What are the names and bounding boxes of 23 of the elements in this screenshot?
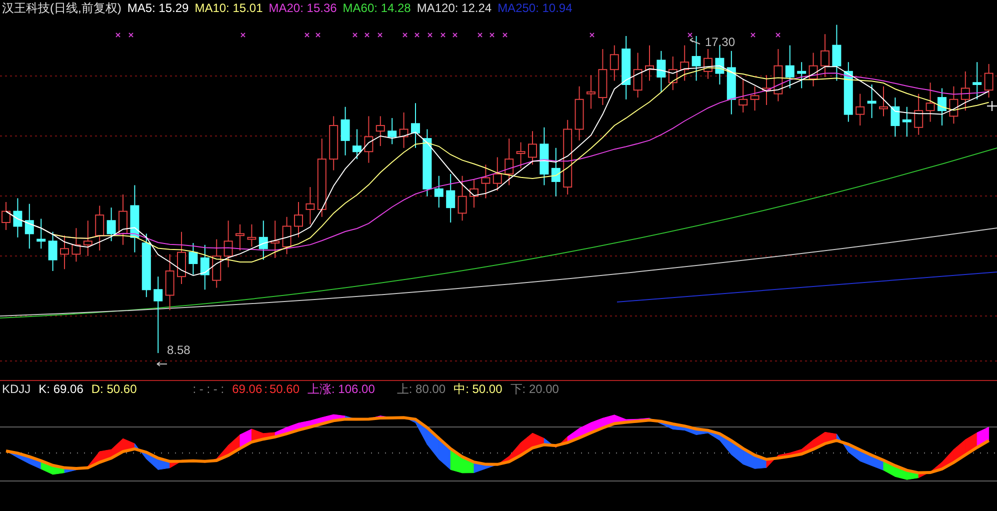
- indicator-value: K: 69.06: [38, 382, 84, 396]
- price-label: 8.58: [167, 343, 190, 357]
- indicator-reading: 69.06: [232, 382, 262, 396]
- moving-average-value: MA20: 15.36: [268, 1, 337, 15]
- moving-average-value: MA250: 10.94: [498, 1, 572, 15]
- leader-line: [690, 38, 700, 44]
- level-value: 下: 20.00: [510, 380, 559, 398]
- moving-average-value: MA60: 14.28: [342, 1, 411, 15]
- indicator-separator: : - : - :: [192, 382, 224, 396]
- price-label: 17.30: [705, 35, 736, 49]
- moving-average-value: MA5: 15.29: [127, 1, 189, 15]
- moving-average-value: MA10: 15.01: [194, 1, 263, 15]
- leader-line: [156, 362, 168, 366]
- level-value: 中: 50.00: [454, 380, 502, 398]
- indicator-value: D: 50.60: [91, 382, 137, 396]
- indicator-reading: 50.60: [269, 382, 300, 396]
- stock-title: 汉王科技(日线,前复权): [2, 0, 122, 16]
- level-value: 上: 80.00: [396, 380, 446, 398]
- crosshair-icon[interactable]: [986, 100, 997, 112]
- moving-average-value: MA120: 12.24: [416, 1, 492, 15]
- rise-value: 上涨: 106.00: [308, 380, 375, 398]
- indicator-name: KDJJ: [2, 382, 31, 396]
- indicator-reading: :: [264, 382, 268, 396]
